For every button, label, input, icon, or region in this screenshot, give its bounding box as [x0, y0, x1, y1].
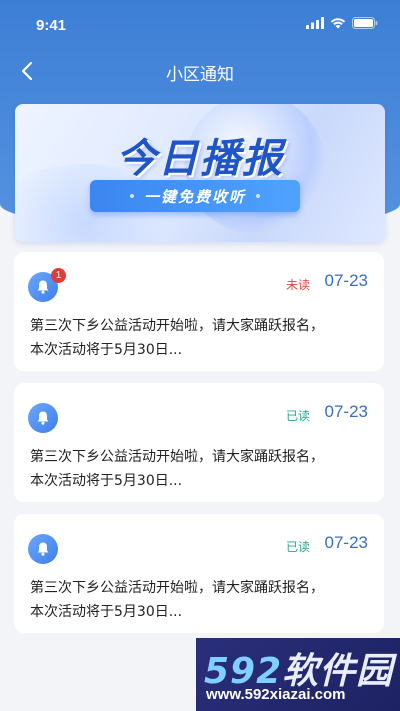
- notice-content-line: 第三次下乡公益活动开始啦，请大家踊跃报名，: [30, 449, 324, 465]
- notice-content: 第三次下乡公益活动开始啦，请大家踊跃报名， 本次活动将于5月30日...: [30, 576, 370, 624]
- notice-date: 07-23: [324, 533, 368, 552]
- notice-status: 已读: [285, 409, 310, 423]
- wifi-icon: [330, 18, 346, 29]
- notice-status: 未读: [285, 278, 310, 292]
- bell-icon: [28, 403, 58, 433]
- status-icons: [306, 17, 378, 29]
- notice-content-line: 本次活动将于5月30日...: [30, 342, 183, 358]
- bell-icon: [28, 534, 58, 564]
- listen-free-label: 一键免费收听: [143, 187, 246, 206]
- banner-title: 今日播报: [116, 136, 284, 182]
- site-watermark: 592软件园 www.592xiazai.com: [196, 638, 400, 711]
- notice-content: 第三次下乡公益活动开始啦，请大家踊跃报名， 本次活动将于5月30日...: [30, 314, 370, 362]
- pill-dot: [129, 194, 134, 198]
- watermark-url: www.592xiazai.com: [206, 686, 346, 703]
- notice-content-line: 第三次下乡公益活动开始啦，请大家踊跃报名，: [30, 318, 324, 334]
- notice-status: 已读: [285, 540, 310, 554]
- notice-content-line: 本次活动将于5月30日...: [30, 604, 183, 620]
- status-time: 9:41: [36, 17, 67, 34]
- pill-dot: [256, 194, 260, 198]
- signal-icon: [306, 17, 324, 29]
- nav-bar: 小区通知: [0, 50, 400, 94]
- listen-free-button[interactable]: 一键免费收听: [90, 180, 300, 212]
- status-bar: 9:41: [0, 0, 400, 50]
- notice-date: 07-23: [324, 402, 368, 421]
- notice-date: 07-23: [324, 271, 368, 290]
- notice-content-line: 第三次下乡公益活动开始啦，请大家踊跃报名，: [30, 580, 324, 596]
- battery-icon: [352, 17, 378, 29]
- unread-count-badge: 1: [51, 268, 66, 283]
- daily-broadcast-banner[interactable]: 今日播报 一键免费收听: [15, 104, 385, 242]
- page-title: 小区通知: [166, 65, 234, 85]
- notice-card[interactable]: 1 未读 07-23 第三次下乡公益活动开始啦，请大家踊跃报名， 本次活动将于5…: [14, 252, 384, 371]
- notice-card[interactable]: 已读 07-23 第三次下乡公益活动开始啦，请大家踊跃报名， 本次活动将于5月3…: [14, 383, 384, 502]
- notice-card[interactable]: 已读 07-23 第三次下乡公益活动开始啦，请大家踊跃报名， 本次活动将于5月3…: [14, 514, 384, 633]
- notice-content-line: 本次活动将于5月30日...: [30, 473, 183, 489]
- notice-content: 第三次下乡公益活动开始啦，请大家踊跃报名， 本次活动将于5月30日...: [30, 445, 370, 493]
